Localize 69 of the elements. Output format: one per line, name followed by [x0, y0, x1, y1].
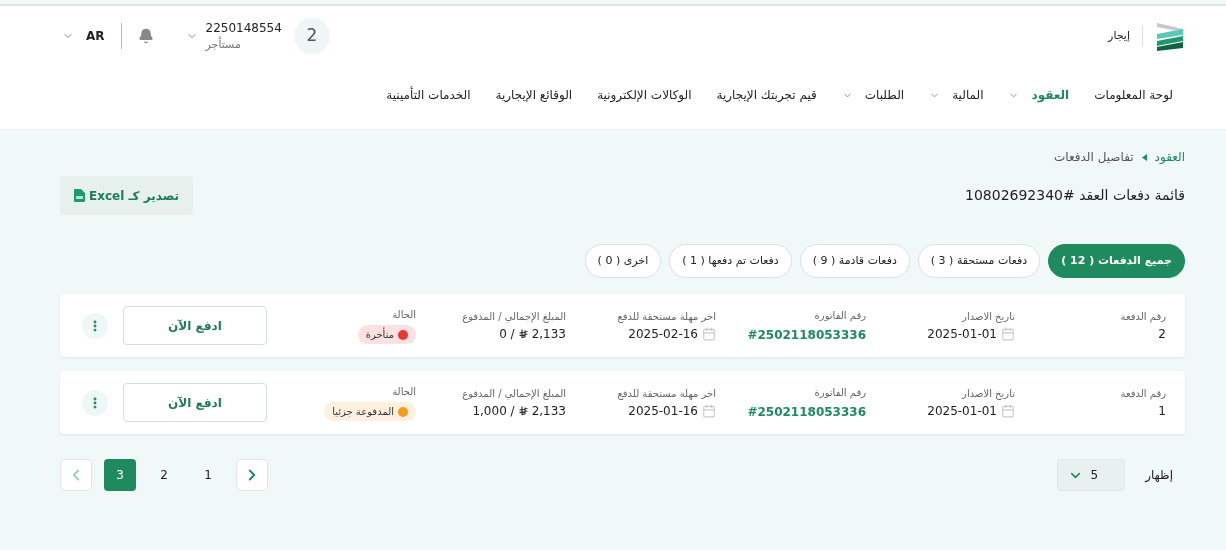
language-selector[interactable]: AR — [86, 27, 105, 45]
calendar-icon — [1001, 403, 1015, 418]
filter-tab[interactable]: دفعات تم دفعها ( 1 ) — [669, 244, 792, 278]
field-label: رقم الدفعة — [1119, 309, 1166, 325]
nav-item[interactable]: الخدمات التأمينية — [386, 86, 471, 104]
status-label: المدفوعة جزئيا — [332, 405, 394, 419]
page-number-button[interactable]: 2 — [148, 459, 180, 491]
filter-tab[interactable]: دفعات مستحقة ( 3 ) — [917, 244, 1041, 278]
calendar-icon — [702, 403, 716, 418]
page-number-button[interactable]: 1 — [192, 459, 224, 491]
field-label: رقم الفاتورة — [814, 385, 866, 401]
field-label: تاريخ الاصدار — [962, 386, 1015, 402]
page-title: قائمة دفعات العقد #10802692340 — [965, 186, 1185, 205]
user-role: مستأجر — [205, 36, 241, 53]
notifications-icon[interactable] — [137, 28, 154, 44]
more-options-button[interactable] — [82, 389, 108, 416]
issue-date: 2025-01-01 — [927, 325, 997, 343]
calendar-icon — [1001, 326, 1015, 341]
pay-now-button[interactable]: ادفع الآن — [123, 306, 267, 345]
field-label: المبلغ الإجمالي / المدفوع — [462, 309, 566, 325]
pay-now-button[interactable]: ادفع الآن — [123, 383, 267, 422]
filter-tab[interactable]: دفعات قادمة ( 9 ) — [799, 244, 910, 278]
payment-number: 2 — [1157, 325, 1166, 343]
field-label: اخر مهلة مستحقة للدفع — [617, 386, 716, 402]
logo-icon — [1155, 21, 1185, 51]
nav-item[interactable]: العقود — [1008, 86, 1070, 104]
amount-paid: / 0 — [499, 325, 515, 343]
user-id: 2250148554 — [205, 19, 282, 36]
field-label: الحالة — [392, 385, 416, 399]
page-size-select[interactable]: 5 — [1057, 459, 1126, 491]
previous-page-button[interactable] — [236, 459, 268, 491]
field-label: رقم الفاتورة — [814, 308, 866, 324]
page-number-button[interactable]: 3 — [104, 459, 136, 491]
status-label: متأخرة — [365, 327, 394, 342]
user-avatar[interactable]: 2 — [293, 18, 330, 54]
nav-item[interactable]: الطلبات — [841, 86, 905, 104]
amount-total: 2,133 — [531, 325, 566, 343]
nav-item[interactable]: لوحة المعلومات — [1094, 86, 1173, 104]
show-label: إظهار — [1145, 467, 1173, 484]
nav-item[interactable]: المالية — [929, 86, 984, 104]
field-label: رقم الدفعة — [1119, 386, 1166, 402]
issue-date: 2025-01-01 — [927, 402, 997, 420]
nav-item[interactable]: قيم تجربتك الإيجارية — [716, 86, 817, 104]
field-label: المبلغ الإجمالي / المدفوع — [462, 386, 566, 402]
due-date: 2025-02-16 — [628, 325, 698, 343]
filter-tab[interactable]: اخرى ( 0 ) — [584, 244, 662, 278]
invoice-number[interactable]: #2502118053336 — [747, 325, 866, 344]
nav-item[interactable]: الوكالات الإلكترونية — [597, 86, 692, 104]
invoice-number[interactable]: #2502118053336 — [747, 402, 866, 421]
export-excel-button[interactable]: تصدير كـ Excel — [60, 176, 193, 215]
field-label: الحالة — [392, 308, 416, 322]
field-label: اخر مهلة مستحقة للدفع — [617, 309, 716, 325]
riyal-icon — [518, 328, 528, 339]
amount-total: 2,133 — [531, 402, 566, 420]
file-icon — [74, 189, 85, 202]
filter-tab[interactable]: جميع الدفعات ( 12 ) — [1048, 244, 1185, 278]
due-date: 2025-01-16 — [628, 402, 698, 420]
breadcrumb-current: تفاصيل الدفعات — [1054, 149, 1134, 166]
payment-number: 1 — [1157, 402, 1166, 420]
breadcrumb-arrow-icon — [1141, 153, 1147, 161]
breadcrumb-link[interactable]: العقود — [1154, 148, 1185, 166]
nav-item[interactable]: الوقائع الإيجارية — [495, 86, 573, 104]
more-options-button[interactable] — [82, 312, 108, 339]
amount-paid: / 1,000 — [472, 402, 515, 420]
calendar-icon — [702, 326, 716, 341]
field-label: تاريخ الاصدار — [962, 309, 1015, 325]
riyal-icon — [518, 405, 528, 416]
next-page-button[interactable] — [60, 459, 92, 491]
brand-name: إيجار — [1108, 27, 1130, 44]
